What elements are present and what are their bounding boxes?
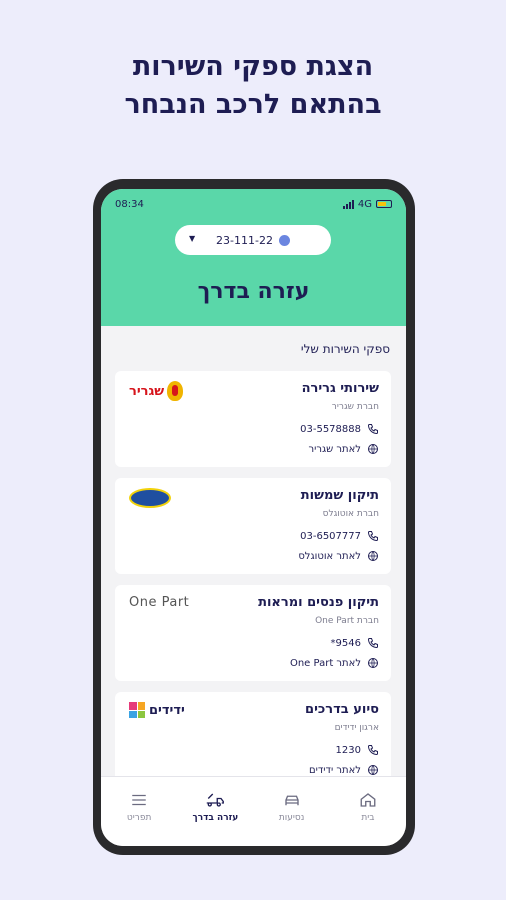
shagrir-logo: שגריר [129,381,184,401]
provider-website-link[interactable]: לאתר One Part [290,657,379,669]
tab-trips[interactable]: נסיעות [262,791,322,823]
provider-phone-link[interactable]: 1230 [336,744,379,756]
page-title: עזרה בדרך [197,279,310,304]
onepart-logo: One Part [129,595,190,610]
chevron-down-icon: ▼ [189,234,196,243]
phone-icon [367,424,378,435]
provider-website-link[interactable]: לאתר ידידים [309,764,379,776]
menu-icon [132,794,146,806]
tab-label: נסיעות [278,813,305,823]
provider-card[interactable]: סיוע בדרכים ארגון ידידים 1230 לאתר ידידי… [115,692,391,788]
provider-phone: 1230 [335,744,361,756]
car-icon [284,795,299,806]
provider-website-link[interactable]: לאתר שגריר [309,443,380,455]
globe-icon [368,658,378,668]
section-title: ספקי השירות שלי [300,342,390,356]
promo-headline: הצגת ספקי השירות בהתאם לרכב הנבחר [0,48,506,124]
globe-icon [368,444,378,454]
bottom-tab-bar: בית נסיעות עזרה בדרך תפריט [101,776,406,846]
provider-phone: 03-5578888 [300,423,361,435]
provider-service: שירותי גרירה [301,381,379,396]
provider-phone: *9546 [330,637,361,649]
provider-phone-link[interactable]: 03-5578888 [300,423,379,435]
yedidim-logo-text: ידידים [149,702,185,718]
status-time: 08:34 [115,198,144,210]
tab-home[interactable]: בית [338,791,398,823]
promo-headline-line1: הצגת ספקי השירות [132,51,374,82]
network-label: 4G [357,198,372,210]
provider-company: חברת One Part [315,616,379,626]
provider-service: סיוע בדרכים [305,702,379,717]
provider-company: חברת שגריר [331,402,379,412]
provider-card[interactable]: תיקון פנסים ומראות חברת One Part *9546 ל… [115,585,391,681]
provider-company: חברת אוטוגלס [322,509,379,519]
home-icon [360,793,376,807]
provider-service: תיקון פנסים ומראות [258,595,379,610]
tab-label: עזרה בדרך [192,813,239,823]
provider-website: לאתר שגריר [308,443,362,455]
provider-company: ארגון ידידים [334,723,379,733]
promo-headline-line2: בהתאם לרכב הנבחר [124,89,382,120]
yedidim-logo: ידידים [129,702,185,718]
phone-icon [367,638,378,649]
phone-icon [367,745,378,756]
autoglass-logo [129,488,171,508]
status-indicators: 4G [342,198,392,210]
phone-screen: 08:34 4G ▼ 23-111-22 עזרה בדרך ספקי השיר… [101,189,406,846]
provider-card[interactable]: שירותי גרירה חברת שגריר 03-5578888 לאתר … [115,371,391,467]
tow-truck-icon [207,793,225,807]
shagrir-emblem-icon [167,381,184,401]
status-bar: 08:34 4G [115,197,392,211]
provider-website: לאתר One Part [289,657,361,669]
provider-service: תיקון שמשות [300,488,379,503]
provider-website: לאתר אוטוגלס [298,550,361,562]
shagrir-logo-text: שגריר [129,383,165,399]
vehicle-selector[interactable]: ▼ 23-111-22 [175,225,331,255]
tab-label: תפריט [126,813,152,823]
yedidim-emblem-icon [129,702,145,718]
globe-icon [368,765,378,775]
provider-phone: 03-6507777 [300,530,361,542]
phone-icon [367,531,378,542]
tab-roadside-help[interactable]: עזרה בדרך [185,791,245,823]
tab-menu[interactable]: תפריט [109,791,169,823]
provider-phone-link[interactable]: 03-6507777 [300,530,379,542]
globe-icon [368,551,378,561]
battery-icon [376,200,392,208]
tab-label: בית [361,813,375,823]
provider-website: לאתר ידידים [308,764,361,776]
header-banner: 08:34 4G ▼ 23-111-22 עזרה בדרך [101,189,406,326]
signal-icon [342,199,354,209]
provider-phone-link[interactable]: *9546 [331,637,379,649]
provider-website-link[interactable]: לאתר אוטוגלס [298,550,379,562]
provider-card[interactable]: תיקון שמשות חברת אוטוגלס 03-6507777 לאתר… [115,478,391,574]
vehicle-plate: 23-111-22 [216,233,273,247]
vehicle-flag-icon [278,234,290,246]
